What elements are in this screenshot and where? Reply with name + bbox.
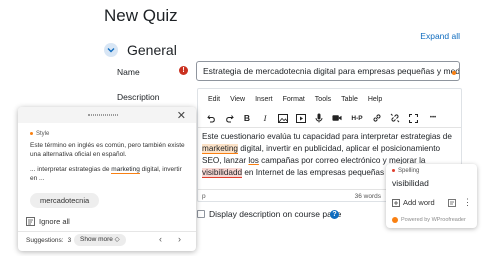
link-icon[interactable] [372, 112, 382, 124]
page-title: New Quiz [104, 6, 178, 25]
h5p-icon[interactable]: H-P [350, 112, 364, 124]
spelling-popup: Spelling visibilidad Add word ⋮ Powered … [386, 164, 477, 228]
undo-icon[interactable] [206, 112, 216, 124]
ignore-all-label: Ignore all [39, 217, 70, 226]
suggestions-count: Suggestions: 3 [26, 237, 71, 244]
ignore-all-button[interactable]: Ignore all [26, 217, 70, 226]
spelling-category: Spelling [392, 168, 419, 174]
show-more-button[interactable]: Show more ◇ [74, 234, 126, 246]
menu-table[interactable]: Table [341, 96, 358, 103]
next-icon[interactable]: › [178, 234, 181, 244]
expand-all-link[interactable]: Expand all [420, 31, 460, 41]
menu-help[interactable]: Help [368, 96, 382, 103]
grammar-marked-word[interactable]: los [248, 156, 258, 165]
wproofreader-logo [392, 217, 398, 223]
menu-insert[interactable]: Insert [255, 96, 273, 103]
name-input[interactable]: Estrategia de mercadotecnia digital para… [196, 61, 460, 81]
ignore-all-icon [26, 217, 35, 226]
media-icon[interactable] [296, 112, 306, 124]
editor-menubar: Edit View Insert Format Tools Table Help [198, 89, 461, 109]
word-count: 36 words [354, 193, 381, 200]
book-plus-icon [392, 198, 400, 207]
powered-by: Powered by WProofreader [392, 217, 466, 223]
suggestions-label: Suggestions: [26, 237, 64, 244]
style-suggestion-chip[interactable]: mercadotecnia [30, 193, 100, 208]
more-icon[interactable]: ••• [426, 112, 440, 124]
video-camera-icon[interactable] [332, 112, 342, 124]
style-popup: ✕ Style Este término en inglés es común,… [18, 107, 196, 251]
add-word-button[interactable]: Add word [392, 198, 435, 207]
section-toggle[interactable] [104, 43, 118, 57]
name-label: Name [117, 67, 140, 77]
context-word: marketing [111, 166, 140, 174]
chevron-down-icon [107, 48, 115, 53]
grip-icon [88, 114, 118, 116]
suggestions-number: 3 [67, 237, 72, 244]
image-icon[interactable] [278, 112, 288, 124]
exclamation-icon: ! [179, 66, 188, 75]
content-text-1: Este cuestionario evalúa tu capacidad pa… [202, 132, 452, 141]
display-description-checkbox[interactable] [197, 210, 205, 218]
menu-format[interactable]: Format [283, 96, 305, 103]
context-before: ... interpretar estrategias de [30, 166, 112, 173]
close-icon[interactable]: ✕ [177, 109, 186, 122]
style-message: Este término en inglés es común, pero ta… [30, 142, 185, 158]
display-description-label: Display description on course page [209, 209, 342, 219]
ignore-icon[interactable] [448, 199, 456, 209]
question-icon[interactable]: ? [330, 210, 339, 219]
style-context: ... interpretar estrategias de marketing… [30, 165, 190, 183]
element-path[interactable]: p [202, 193, 206, 200]
bold-icon[interactable]: B [242, 112, 252, 124]
style-marked-word[interactable]: marketing [202, 144, 238, 154]
italic-icon[interactable]: I [260, 112, 270, 124]
menu-view[interactable]: View [230, 96, 245, 103]
proofreader-badge[interactable] [452, 71, 456, 75]
unlink-icon[interactable] [390, 112, 400, 124]
fullscreen-icon[interactable] [408, 112, 418, 124]
menu-tools[interactable]: Tools [315, 96, 331, 103]
add-word-label: Add word [403, 198, 435, 207]
previous-icon[interactable]: ‹ [159, 234, 162, 244]
redo-icon[interactable] [224, 112, 234, 124]
spelling-suggestion[interactable]: visibilidad [392, 178, 429, 188]
kebab-icon[interactable]: ⋮ [463, 197, 472, 208]
style-category-label: Style [36, 131, 50, 137]
menu-edit[interactable]: Edit [208, 96, 220, 103]
section-title: General [127, 42, 177, 58]
powered-by-label: Powered by WProofreader [401, 217, 466, 223]
spelling-marked-word[interactable]: visibilidadd [202, 168, 243, 178]
spelling-category-label: Spelling [398, 168, 420, 174]
style-category: Style [30, 131, 49, 137]
footer-divider [18, 231, 196, 232]
editor-toolbar: B I H-P ••• [198, 109, 461, 128]
drag-handle[interactable] [18, 107, 196, 123]
microphone-icon[interactable] [314, 112, 324, 124]
description-label: Description [117, 92, 160, 102]
